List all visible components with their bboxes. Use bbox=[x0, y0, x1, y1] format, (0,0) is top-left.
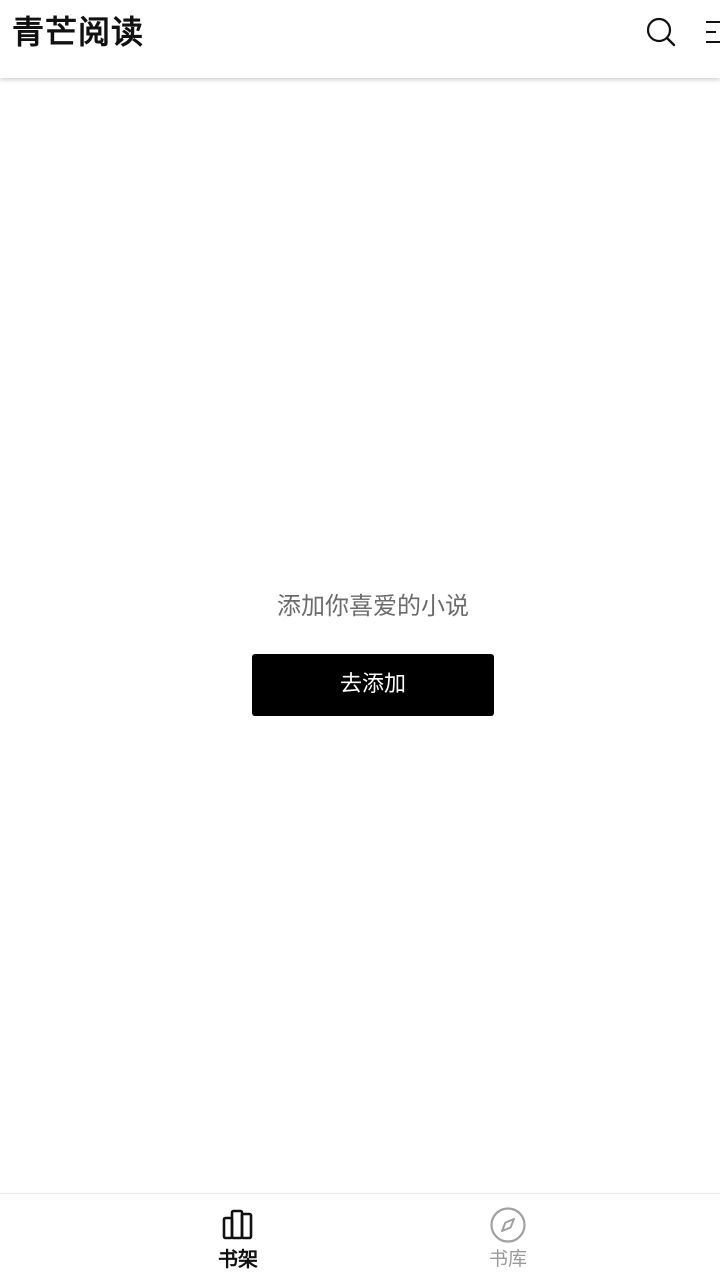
app-title: 青芒阅读 bbox=[12, 13, 145, 51]
tab-bookshelf[interactable]: 书架 bbox=[178, 1194, 298, 1280]
list-menu-icon[interactable] bbox=[700, 14, 720, 50]
tab-library-label: 书库 bbox=[488, 1248, 527, 1270]
tab-bookshelf-label: 书架 bbox=[218, 1247, 258, 1271]
search-icon[interactable] bbox=[645, 14, 677, 50]
compass-icon bbox=[489, 1206, 527, 1244]
bookshelf-icon bbox=[219, 1206, 257, 1244]
screen: 青芒阅读 添加你喜爱的小说 去添加 书架 书库 bbox=[0, 0, 720, 1280]
app-header: 青芒阅读 bbox=[0, 0, 720, 78]
add-novel-button[interactable]: 去添加 bbox=[252, 654, 494, 716]
empty-state-message: 添加你喜爱的小说 bbox=[277, 592, 469, 620]
bottom-tab-bar: 书架 书库 bbox=[0, 1193, 720, 1280]
tab-library[interactable]: 书库 bbox=[448, 1194, 568, 1280]
